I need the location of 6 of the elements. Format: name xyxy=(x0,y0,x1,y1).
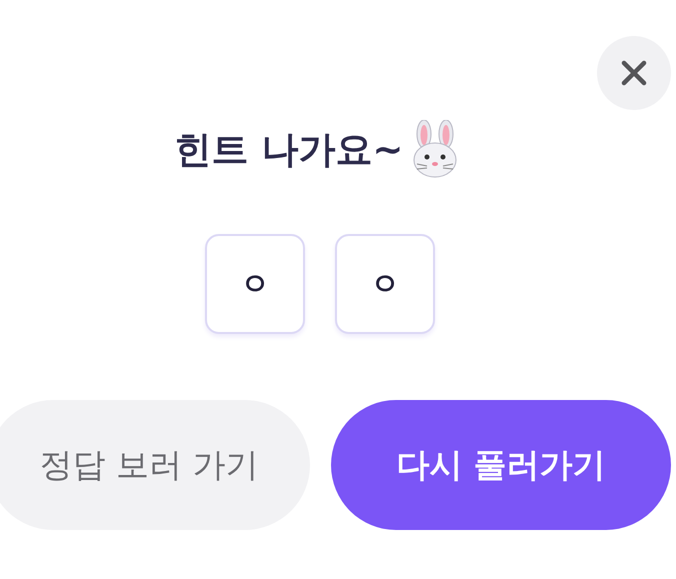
hint-letter-tile: ㅇ xyxy=(335,234,435,334)
show-answer-button[interactable]: 정답 보러 가기 xyxy=(0,400,310,530)
close-icon xyxy=(621,60,647,86)
retry-button[interactable]: 다시 풀러가기 xyxy=(331,400,671,530)
dialog-title: 힌트 나가요~ xyxy=(174,127,404,173)
hint-letter-tile: ㅇ xyxy=(205,234,305,334)
